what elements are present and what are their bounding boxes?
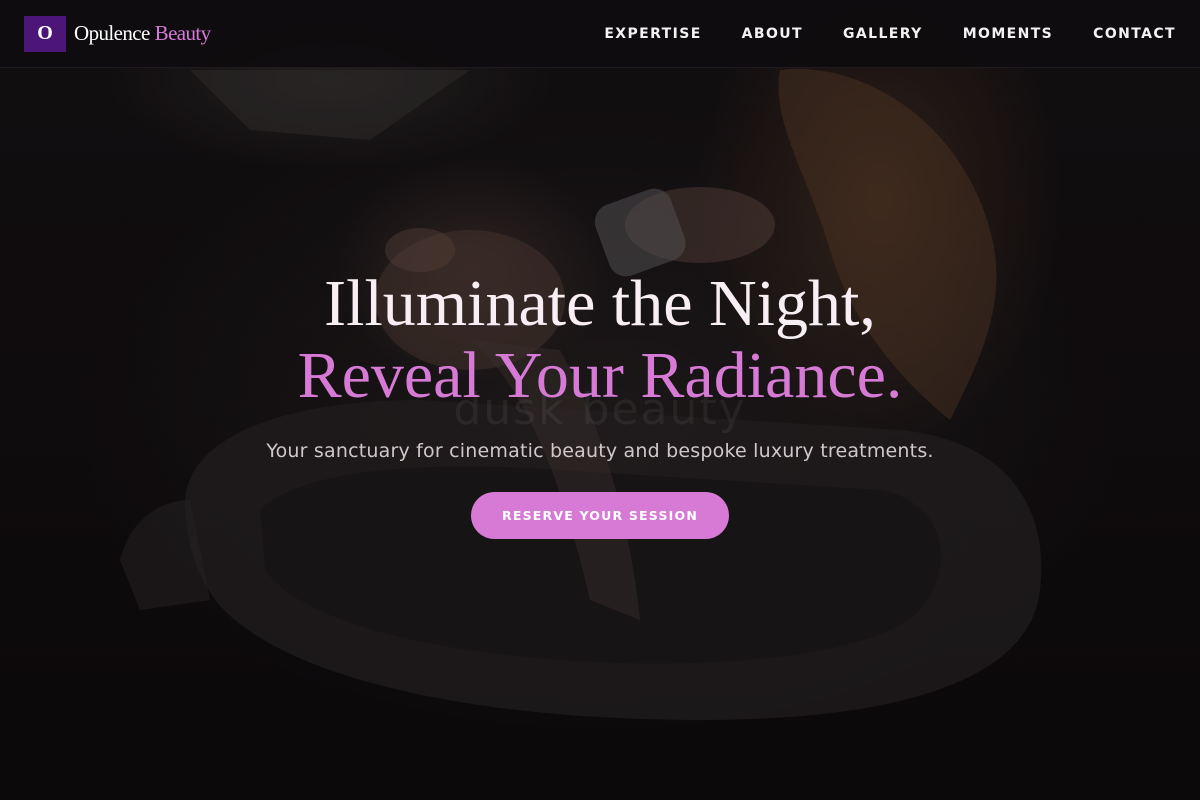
- nav-link-moments[interactable]: MOMENTS: [963, 26, 1053, 42]
- nav-link-about[interactable]: ABOUT: [742, 26, 803, 42]
- brand-logo-mark: O: [24, 15, 66, 52]
- brand-name: Opulence: [74, 21, 150, 45]
- hero-title-line-2: Reveal Your Radiance.: [297, 339, 903, 412]
- hero-section: Illuminate the Night, Reveal Your Radian…: [0, 268, 1200, 539]
- reserve-session-button[interactable]: RESERVE YOUR SESSION: [471, 492, 729, 539]
- nav-link-expertise[interactable]: EXPERTISE: [604, 26, 701, 42]
- nav-link-contact[interactable]: CONTACT: [1093, 26, 1176, 42]
- nav-link-gallery[interactable]: GALLERY: [843, 26, 923, 42]
- hero-subtitle: Your sanctuary for cinematic beauty and …: [266, 440, 934, 462]
- main-navigation: EXPERTISE ABOUT GALLERY MOMENTS CONTACT: [564, 26, 1176, 42]
- top-navbar: O Opulence Beauty EXPERTISE ABOUT GALLER…: [0, 0, 1200, 68]
- hero-title-line-1: Illuminate the Night,: [324, 267, 876, 340]
- brand-logo-link[interactable]: O Opulence Beauty: [24, 15, 211, 52]
- hero-title: Illuminate the Night, Reveal Your Radian…: [0, 268, 1200, 412]
- brand-name-accent: Beauty: [154, 21, 211, 45]
